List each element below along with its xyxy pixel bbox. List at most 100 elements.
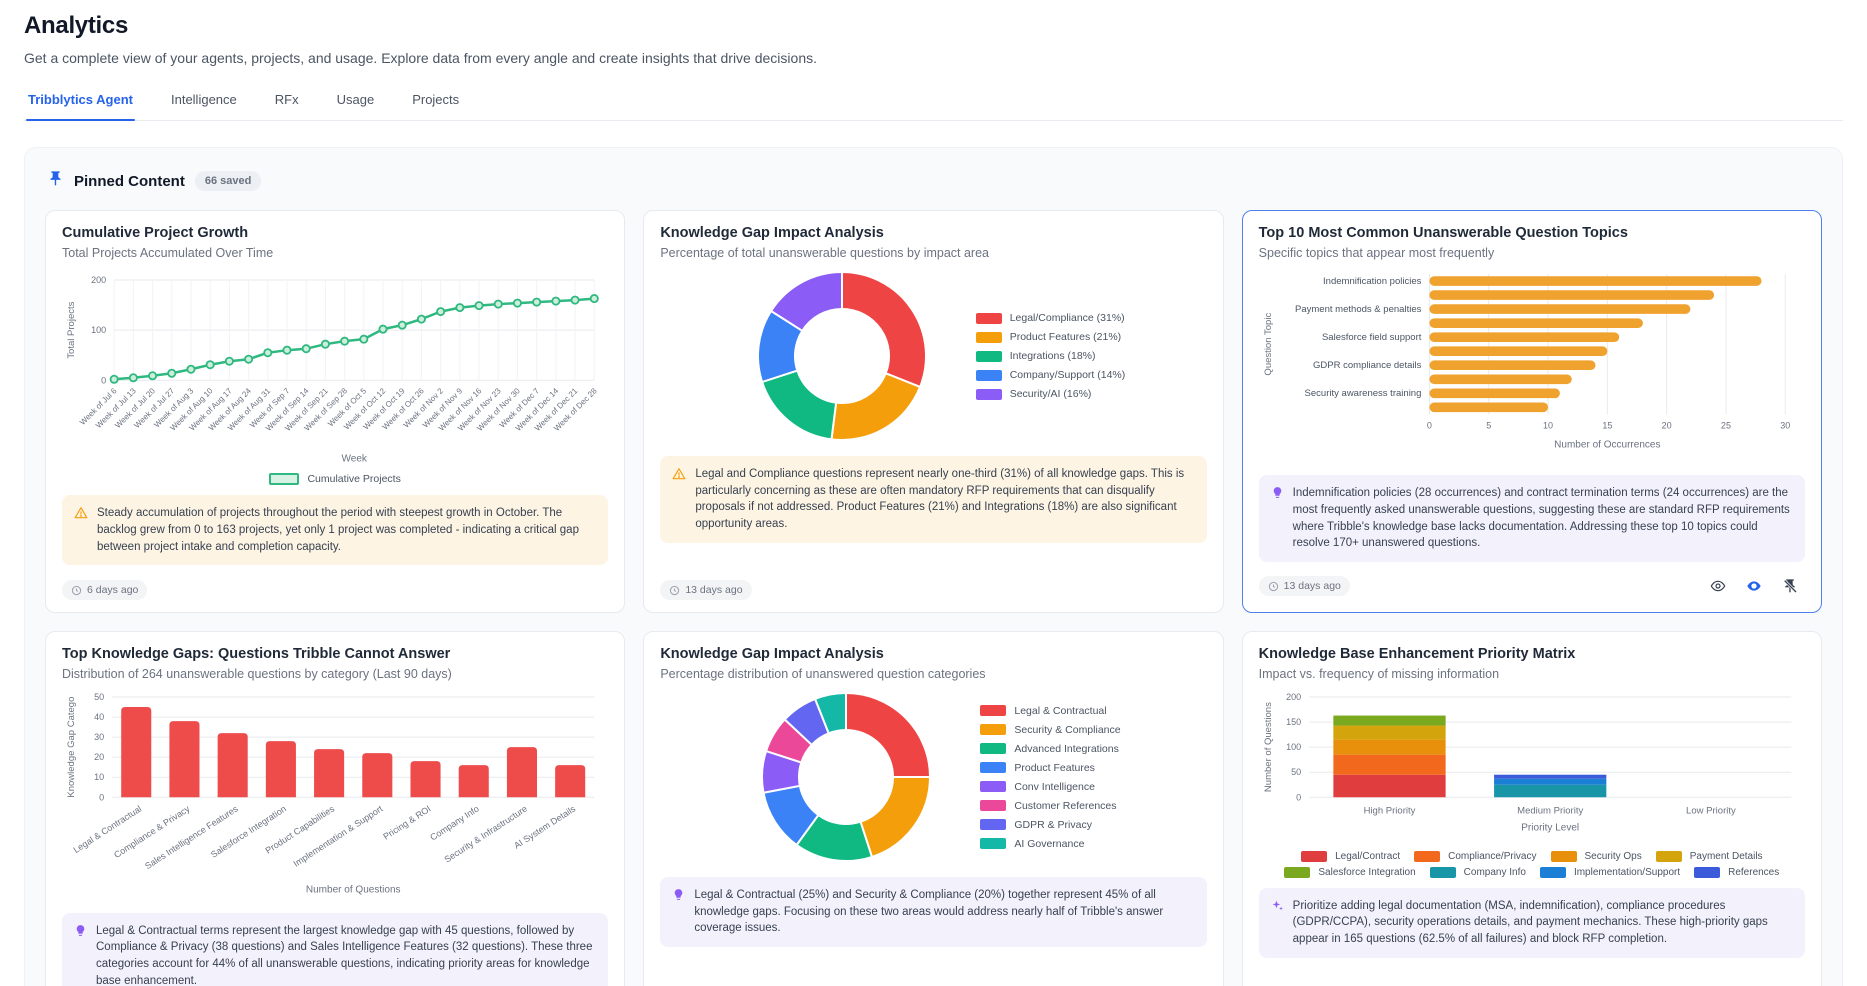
- lightbulb-icon: [672, 888, 685, 937]
- unpin-button[interactable]: [1775, 572, 1805, 600]
- insight-box: Legal & Contractual (25%) and Security &…: [660, 877, 1206, 947]
- card-title: Top 10 Most Common Unanswerable Question…: [1259, 225, 1805, 241]
- svg-text:Low Priority: Low Priority: [1686, 805, 1736, 816]
- legend-item: Security & Compliance: [980, 724, 1120, 736]
- warning-icon: [672, 467, 686, 533]
- lightbulb-icon: [74, 924, 87, 986]
- clock-icon: [669, 585, 680, 596]
- svg-text:Implementation & Support: Implementation & Support: [292, 803, 385, 868]
- svg-text:Security & Infrastructure: Security & Infrastructure: [443, 804, 530, 865]
- chart-legend: Legal & ContractualSecurity & Compliance…: [980, 705, 1120, 850]
- card-subtitle: Percentage distribution of unanswered qu…: [660, 667, 1206, 681]
- legend-item: Advanced Integrations: [980, 743, 1120, 755]
- legend-item: Product Features (21%): [976, 331, 1126, 343]
- svg-text:Knowledge Gap Catego: Knowledge Gap Catego: [66, 697, 77, 798]
- svg-text:50: 50: [94, 692, 104, 702]
- card-priority-matrix[interactable]: Knowledge Base Enhancement Priority Matr…: [1242, 631, 1822, 986]
- legend-item: Company Info: [1430, 867, 1526, 878]
- svg-text:15: 15: [1602, 420, 1612, 430]
- svg-text:0: 0: [1296, 792, 1301, 802]
- svg-text:Number of Questions: Number of Questions: [1263, 702, 1274, 792]
- svg-text:0: 0: [1427, 420, 1432, 430]
- svg-text:50: 50: [1291, 767, 1301, 777]
- legend-item: Payment Details: [1656, 851, 1763, 862]
- chart-legend: Legal/ContractCompliance/PrivacySecurity…: [1259, 851, 1805, 878]
- pin-icon: [47, 170, 64, 192]
- insight-text: Legal & Contractual terms represent the …: [96, 923, 596, 986]
- svg-text:10: 10: [1543, 420, 1553, 430]
- card-top10-unanswerable-topics[interactable]: Top 10 Most Common Unanswerable Question…: [1242, 210, 1822, 613]
- stacked-bar-chart: 050100150200High PriorityMedium Priority…: [1259, 689, 1805, 846]
- clock-icon: [1268, 581, 1279, 592]
- lightbulb-icon: [1271, 486, 1284, 552]
- timestamp-pill: 13 days ago: [1259, 576, 1350, 596]
- svg-text:100: 100: [1286, 742, 1301, 752]
- bar-chart: 01020304050Legal & ContractualCompliance…: [62, 689, 608, 903]
- insight-text: Indemnification policies (28 occurrences…: [1293, 485, 1793, 552]
- insight-box: Legal and Compliance questions represent…: [660, 456, 1206, 543]
- legend-item: Integrations (18%): [976, 350, 1126, 362]
- tab-projects[interactable]: Projects: [410, 92, 461, 120]
- sparkle-icon: [1271, 899, 1284, 948]
- card-subtitle: Total Projects Accumulated Over Time: [62, 246, 608, 260]
- svg-text:Pricing & ROI: Pricing & ROI: [381, 804, 432, 842]
- card-subtitle: Impact vs. frequency of missing informat…: [1259, 667, 1805, 681]
- warning-icon: [74, 506, 88, 555]
- svg-text:Medium Priority: Medium Priority: [1517, 805, 1583, 816]
- pinned-cards-grid: Cumulative Project Growth Total Projects…: [45, 210, 1822, 986]
- insight-text: Legal and Compliance questions represent…: [695, 466, 1194, 533]
- svg-text:10: 10: [94, 772, 104, 782]
- legend-item: Security/AI (16%): [976, 388, 1126, 400]
- view-button[interactable]: [1703, 572, 1733, 600]
- line-chart: 0100200Week of Jul 6Week of Jul 13Week o…: [62, 268, 608, 471]
- clock-icon: [71, 585, 82, 596]
- svg-text:Week: Week: [341, 453, 367, 464]
- tab-usage[interactable]: Usage: [335, 92, 377, 120]
- insight-toggle-button[interactable]: [1739, 572, 1769, 600]
- legend-item: Compliance/Privacy: [1414, 851, 1536, 862]
- card-subtitle: Distribution of 264 unanswerable questio…: [62, 667, 608, 681]
- tab-intelligence[interactable]: Intelligence: [169, 92, 239, 120]
- card-top-knowledge-gaps[interactable]: Top Knowledge Gaps: Questions Tribble Ca…: [45, 631, 625, 986]
- tab-tribblytics-agent[interactable]: Tribblytics Agent: [26, 92, 135, 120]
- legend-item: Legal/Contract: [1301, 851, 1400, 862]
- legend-item: Customer References: [980, 800, 1120, 812]
- insight-box: Indemnification policies (28 occurrences…: [1259, 475, 1805, 562]
- page-title: Analytics: [24, 12, 1843, 40]
- svg-text:Security awareness training: Security awareness training: [1304, 388, 1421, 399]
- svg-text:Salesforce field support: Salesforce field support: [1322, 332, 1422, 343]
- svg-text:25: 25: [1721, 420, 1731, 430]
- card-knowledge-gap-impact-2[interactable]: Knowledge Gap Impact Analysis Percentage…: [643, 631, 1223, 986]
- svg-text:40: 40: [94, 712, 104, 722]
- donut-chart: Legal/Compliance (31%) Product Features (…: [660, 266, 1206, 446]
- card-knowledge-gap-impact-1[interactable]: Knowledge Gap Impact Analysis Percentage…: [643, 210, 1223, 613]
- svg-text:100: 100: [91, 325, 106, 335]
- svg-text:Total Projects: Total Projects: [66, 301, 77, 358]
- timestamp-pill: 13 days ago: [660, 580, 751, 600]
- svg-text:200: 200: [1286, 692, 1301, 702]
- card-title: Knowledge Gap Impact Analysis: [660, 646, 1206, 662]
- svg-text:0: 0: [99, 792, 104, 802]
- card-title: Top Knowledge Gaps: Questions Tribble Ca…: [62, 646, 608, 662]
- card-title: Cumulative Project Growth: [62, 225, 608, 241]
- card-subtitle: Percentage of total unanswerable questio…: [660, 246, 1206, 260]
- unpin-icon: [1782, 578, 1798, 594]
- svg-text:Number of Occurrences: Number of Occurrences: [1554, 439, 1660, 450]
- tab-rfx[interactable]: RFx: [273, 92, 301, 120]
- card-cumulative-project-growth[interactable]: Cumulative Project Growth Total Projects…: [45, 210, 625, 613]
- eye-icon: [1710, 578, 1726, 594]
- svg-text:20: 20: [1661, 420, 1671, 430]
- svg-text:Indemnification policies: Indemnification policies: [1323, 276, 1422, 287]
- legend-item: Salesforce Integration: [1284, 867, 1415, 878]
- legend-item: Conv Intelligence: [980, 781, 1120, 793]
- eye-blue-icon: [1746, 578, 1762, 594]
- donut-chart: Legal & ContractualSecurity & Compliance…: [660, 687, 1206, 867]
- svg-text:High Priority: High Priority: [1363, 805, 1415, 816]
- insight-box: Steady accumulation of projects througho…: [62, 495, 608, 565]
- legend-item: Legal/Compliance (31%): [976, 312, 1126, 324]
- card-subtitle: Specific topics that appear most frequen…: [1259, 246, 1805, 260]
- svg-text:Question Topic: Question Topic: [1263, 313, 1274, 376]
- legend-item: Cumulative Projects: [269, 473, 400, 485]
- svg-text:0: 0: [101, 375, 106, 385]
- legend-item: AI Governance: [980, 838, 1120, 850]
